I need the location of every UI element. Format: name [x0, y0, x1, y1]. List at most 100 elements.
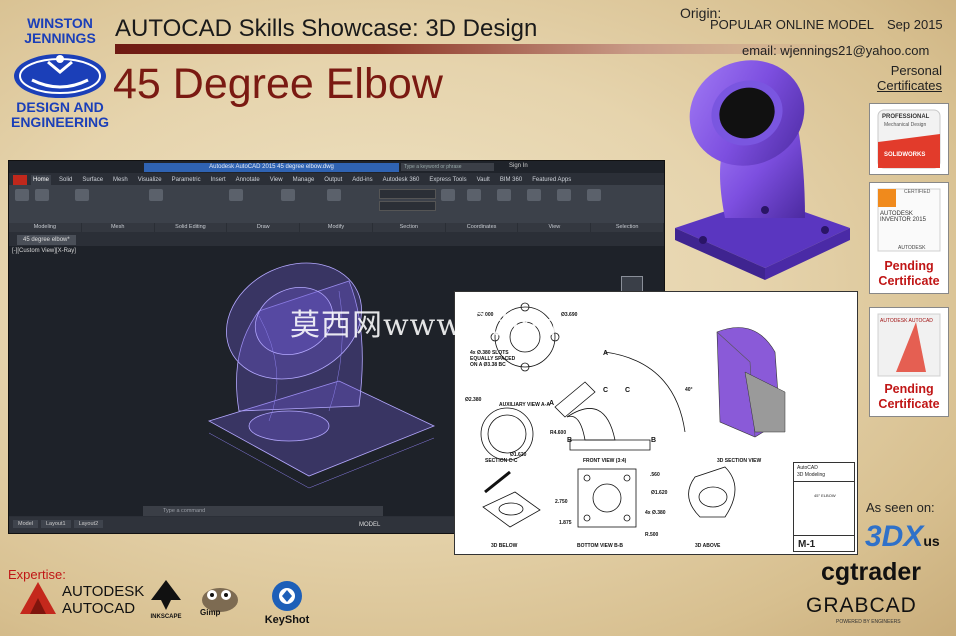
- 3dexport-wordmark: 3DX: [865, 520, 924, 553]
- ribbon-panel-title[interactable]: View: [518, 223, 592, 232]
- layers-icon[interactable]: [527, 189, 541, 201]
- layout-tabs: Model Layout1 Layout2: [13, 520, 104, 528]
- autocad-wordmark-2: AUTOCAD: [62, 600, 136, 617]
- title-block-rule: [794, 535, 854, 536]
- command-line-input[interactable]: Type a command: [143, 506, 383, 516]
- dim: R.500: [645, 532, 659, 538]
- groups-icon[interactable]: [557, 189, 571, 201]
- ribbon-tab[interactable]: Featured Apps: [530, 175, 573, 185]
- sweep-tool-icon[interactable]: [35, 189, 49, 201]
- date: Sep 2015: [887, 17, 943, 32]
- section-marker: B: [651, 437, 657, 444]
- keyshot-logo: KeyShot: [258, 580, 316, 626]
- ribbon-tab[interactable]: Autodesk 360: [381, 175, 422, 185]
- ribbon-tabs: Home Solid Surface Mesh Visualize Parame…: [31, 175, 573, 185]
- ribbon-panel-title[interactable]: Coordinates: [446, 223, 519, 232]
- watermark: 莫西网www.3dmox.com: [290, 308, 654, 343]
- view-label[interactable]: [-][Custom View][X-Ray]: [12, 248, 76, 254]
- ribbon-panel-title[interactable]: Selection: [591, 223, 664, 232]
- seen-on-label: As seen on:: [866, 500, 935, 515]
- title-block-name: 45° ELBOW: [814, 493, 836, 498]
- cad-sign-in[interactable]: Sign In: [509, 163, 528, 169]
- ribbon-panel-title[interactable]: Modeling: [9, 223, 82, 232]
- layout-tab[interactable]: Model: [13, 520, 38, 528]
- ribbon-tab[interactable]: Express Tools: [427, 175, 468, 185]
- visual-style-select[interactable]: [379, 189, 436, 199]
- cad-app-menu-icon[interactable]: [13, 175, 27, 185]
- ribbon-tab[interactable]: Parametric: [170, 175, 203, 185]
- cert-1-vendor: SOLIDWORKS: [884, 152, 926, 158]
- layout-tab[interactable]: Layout2: [73, 520, 104, 528]
- ribbon-panel-title[interactable]: Mesh: [82, 223, 155, 232]
- draw-tool-icon[interactable]: [149, 189, 163, 201]
- ribbon-panel-title[interactable]: Modify: [300, 223, 373, 232]
- ribbon-panel-title[interactable]: Section: [373, 223, 446, 232]
- origin-value: POPULAR ONLINE MODEL: [710, 17, 874, 32]
- inkscape-label: INKSCAPE: [150, 614, 182, 620]
- box-tool-icon[interactable]: [15, 189, 29, 201]
- view-icon[interactable]: [587, 189, 601, 201]
- ribbon-tab[interactable]: Home: [31, 175, 52, 185]
- ribbon-tab[interactable]: Add-ins: [350, 175, 374, 185]
- dim: 1.875: [559, 520, 572, 526]
- no-filter-icon[interactable]: [467, 189, 481, 201]
- 3dexport-logo[interactable]: 3DXus: [865, 520, 940, 554]
- ribbon-tab[interactable]: BIM 360: [498, 175, 524, 185]
- layout-tab[interactable]: Layout1: [40, 520, 71, 528]
- section-marker: C: [603, 387, 609, 394]
- certificate-solidworks[interactable]: PROFESSIONAL Mechanical Design SOLIDWORK…: [869, 103, 949, 175]
- ribbon-panel-title[interactable]: Solid Editing: [155, 223, 228, 232]
- dim: 40°: [685, 387, 693, 393]
- dim: .560: [650, 472, 660, 478]
- view-label-3d-below: 3D BELOW: [491, 543, 518, 549]
- title-block: AutoCAD 3D Modeling 45° ELBOW M-1: [793, 462, 855, 552]
- cert-1-sub: Mechanical Design: [884, 122, 927, 128]
- section-plane-icon[interactable]: [281, 189, 295, 201]
- modify-tool-icon[interactable]: [229, 189, 243, 201]
- gimp-label: Gimp: [200, 608, 221, 617]
- ribbon-tab[interactable]: Insert: [209, 175, 228, 185]
- certificate-inventor[interactable]: CERTIFIED AUTODESK INVENTOR 2015 AUTODES…: [869, 182, 949, 294]
- view-label-section-cc: SECTION C-C: [485, 458, 518, 464]
- cad-search-input[interactable]: Type a keyword or phrase: [401, 163, 494, 171]
- ribbon-panel-titles: Modeling Mesh Solid Editing Draw Modify …: [9, 223, 664, 232]
- keyshot-icon: [272, 581, 302, 611]
- coordinates-tool-icon[interactable]: [327, 189, 341, 201]
- file-tab[interactable]: 45 degree elbow*: [17, 235, 76, 245]
- showcase-title: AUTOCAD Skills Showcase: 3D Design: [115, 15, 538, 42]
- ribbon-tab[interactable]: Surface: [80, 175, 105, 185]
- cert-2-brand: CERTIFIED: [904, 189, 931, 195]
- certificates-link[interactable]: Certificates: [872, 78, 942, 93]
- sheet-number: M-1: [798, 539, 816, 550]
- dim: Ø1.620: [510, 452, 527, 458]
- logo-emblem-icon: [14, 54, 106, 98]
- saved-view-select[interactable]: [379, 201, 436, 211]
- ribbon-tab[interactable]: Vault: [475, 175, 492, 185]
- culling-icon[interactable]: [441, 189, 455, 201]
- email[interactable]: email: wjennings21@yahoo.com: [742, 43, 929, 58]
- status-model-button[interactable]: MODEL: [359, 522, 380, 528]
- ribbon-tab[interactable]: View: [268, 175, 285, 185]
- ribbon-tab[interactable]: Visualize: [136, 175, 164, 185]
- ribbon-tab[interactable]: Solid: [57, 175, 74, 185]
- ribbon-tab[interactable]: Mesh: [111, 175, 130, 185]
- certificates-heading: Personal Certificates: [872, 63, 942, 93]
- cert-3-brand: AUTODESK AUTOCAD: [880, 318, 933, 324]
- grabcad-logo[interactable]: GRABCAD: [806, 594, 917, 618]
- logo-name: WINSTON JENNINGS: [24, 15, 96, 46]
- dim: R4.600: [550, 430, 567, 436]
- certificate-autocad[interactable]: AUTODESK AUTOCAD Pending Certificate: [869, 307, 949, 417]
- ribbon-tab[interactable]: Output: [322, 175, 344, 185]
- inkscape-logo: INKSCAPE: [146, 578, 186, 620]
- cgtrader-logo[interactable]: cgtrader: [821, 558, 921, 587]
- ribbon-tab[interactable]: Manage: [291, 175, 317, 185]
- section-marker: B: [567, 437, 573, 444]
- ribbon-panel-title[interactable]: Draw: [227, 223, 301, 232]
- title-block-sub: 3D Modeling: [797, 472, 826, 478]
- move-gizmo-icon[interactable]: [497, 189, 511, 201]
- ribbon-tab[interactable]: Annotate: [234, 175, 262, 185]
- inkscape-icon: [151, 580, 181, 610]
- section-marker: C: [625, 387, 631, 394]
- smooth-object-icon[interactable]: [75, 189, 89, 201]
- dim: Ø1.620: [651, 490, 668, 496]
